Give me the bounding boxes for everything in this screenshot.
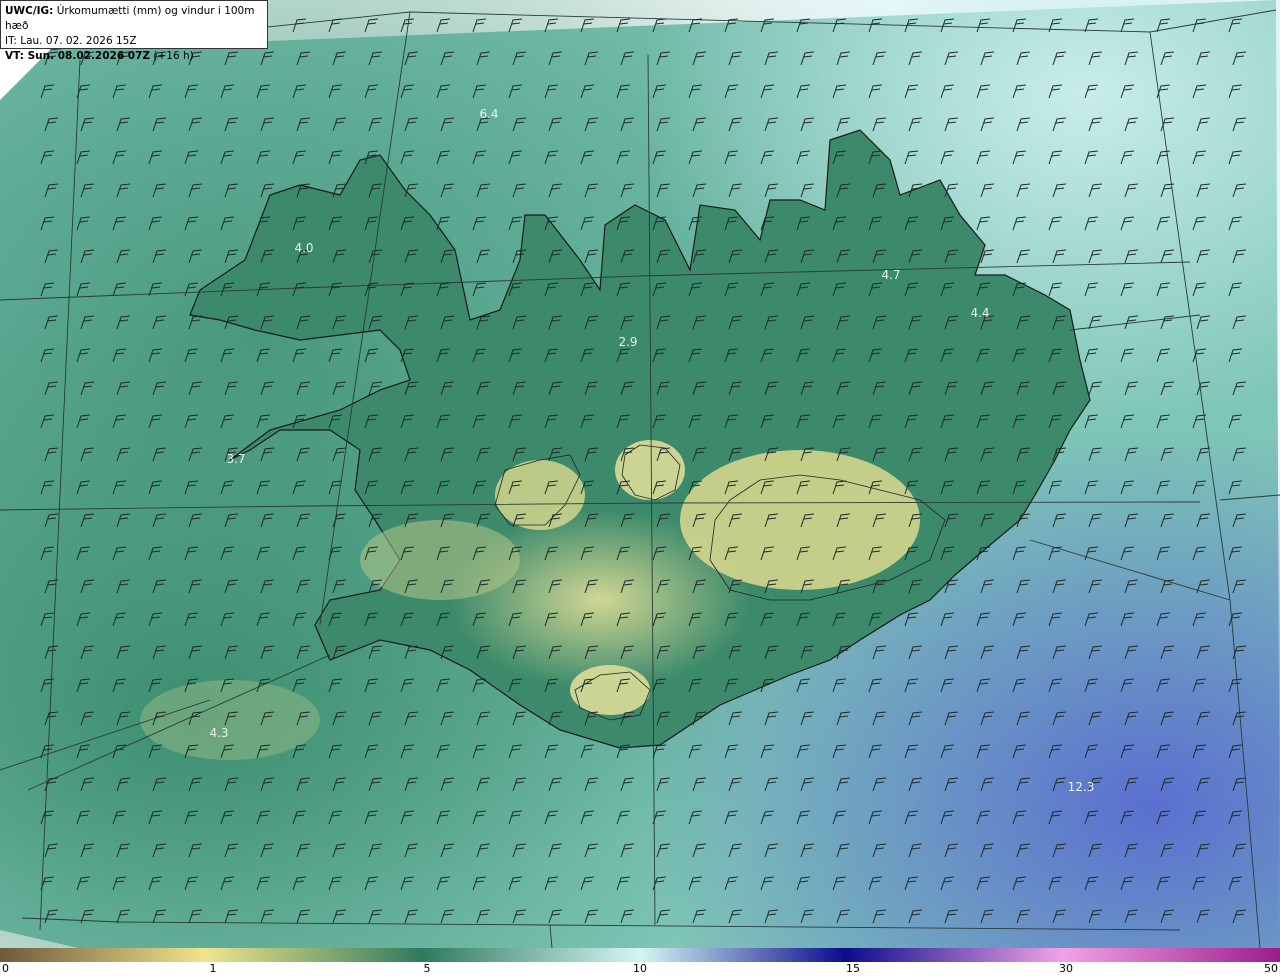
forecast-map: [0, 0, 1280, 948]
colorbar-tick: 15: [846, 962, 860, 975]
map-value: 4.7: [881, 268, 901, 282]
init-time: IT: Lau. 07. 02. 2026 15Z: [5, 35, 137, 47]
colorbar-tick: 10: [633, 962, 647, 975]
lead-time: (+16 h): [153, 50, 194, 62]
lowland-west: [360, 520, 520, 600]
valid-time-line: VT: Sun. 08.02.2026 07Z (+16 h): [5, 49, 263, 64]
map-value: 4.0: [294, 241, 314, 255]
colorbar: [0, 948, 1280, 962]
map-value: 6.4: [479, 107, 499, 121]
colorbar-tick: 0: [2, 962, 9, 975]
forecast-info-box: UWC/IG: Úrkomumætti (mm) og vindur i 100…: [0, 0, 268, 62]
colorbar-tick: 30: [1059, 962, 1073, 975]
map-value: 3.7: [226, 452, 246, 466]
colorbar-tick: 50: [1264, 962, 1278, 975]
model-label: UWC/IG:: [5, 5, 54, 17]
valid-time: VT: Sun. 08.02.2026 07Z: [5, 50, 151, 62]
colorbar-tick: 5: [423, 962, 431, 975]
title-line: UWC/IG: Úrkomumætti (mm) og vindur i 100…: [5, 4, 263, 34]
colorbar-tick: 1: [209, 962, 217, 975]
map-value: 4.3: [209, 726, 229, 740]
map-value: 2.9: [618, 335, 638, 349]
map-value: 12.3: [1067, 780, 1095, 794]
map-value: 4.4: [970, 306, 990, 320]
